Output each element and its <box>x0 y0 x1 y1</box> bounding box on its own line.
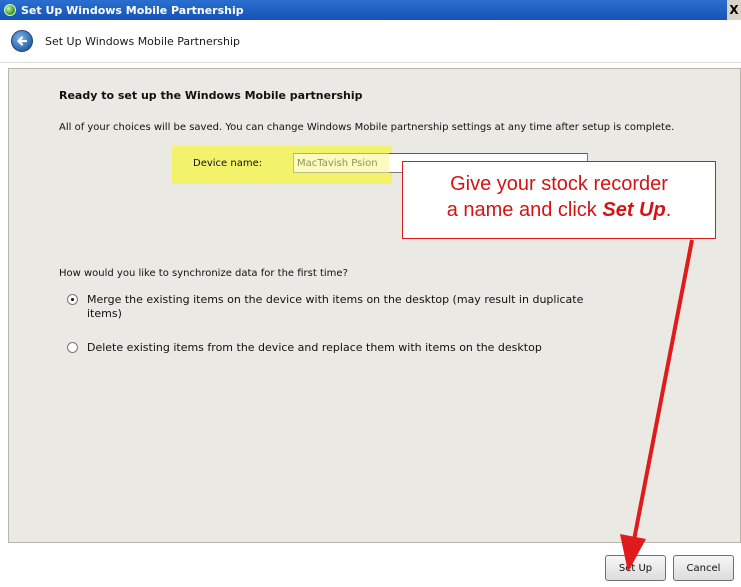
cancel-button[interactable]: Cancel <box>673 555 734 581</box>
option-label-merge: Merge the existing items on the device w… <box>87 293 584 320</box>
sync-option-replace[interactable]: Delete existing items from the device an… <box>67 341 607 355</box>
option-label-replace: Delete existing items from the device an… <box>87 341 542 354</box>
radio-replace[interactable] <box>67 342 78 353</box>
back-arrow-icon <box>17 36 28 46</box>
radio-merge[interactable] <box>67 294 78 305</box>
page-heading: Ready to set up the Windows Mobile partn… <box>59 89 363 102</box>
callout-emphasis: Set Up <box>602 199 666 221</box>
content-panel: Ready to set up the Windows Mobile partn… <box>8 68 741 543</box>
callout-period: . <box>665 199 672 221</box>
callout-line-2: a name and click Set Up. <box>403 197 715 223</box>
close-icon: X <box>729 3 739 17</box>
window-title-bar: Set Up Windows Mobile Partnership X <box>0 0 741 20</box>
green-orb-icon <box>4 4 16 16</box>
instruction-callout: Give your stock recorder a name and clic… <box>402 161 716 239</box>
sync-option-merge[interactable]: Merge the existing items on the device w… <box>67 293 607 321</box>
wizard-nav-bar: Set Up Windows Mobile Partnership <box>0 20 741 63</box>
device-name-highlight: Device name: <box>172 146 588 184</box>
device-name-label: Device name: <box>193 158 263 169</box>
back-button[interactable] <box>11 30 33 52</box>
page-description: All of your choices will be saved. You c… <box>59 122 675 133</box>
callout-line-1: Give your stock recorder <box>450 173 668 195</box>
breadcrumb: Set Up Windows Mobile Partnership <box>45 34 240 48</box>
window-title: Set Up Windows Mobile Partnership <box>21 3 244 17</box>
sync-question: How would you like to synchronize data f… <box>59 268 348 279</box>
callout-line-2-text: a name and click <box>446 199 603 221</box>
setup-button[interactable]: Set Up <box>605 555 666 581</box>
close-button[interactable]: X <box>727 0 741 20</box>
